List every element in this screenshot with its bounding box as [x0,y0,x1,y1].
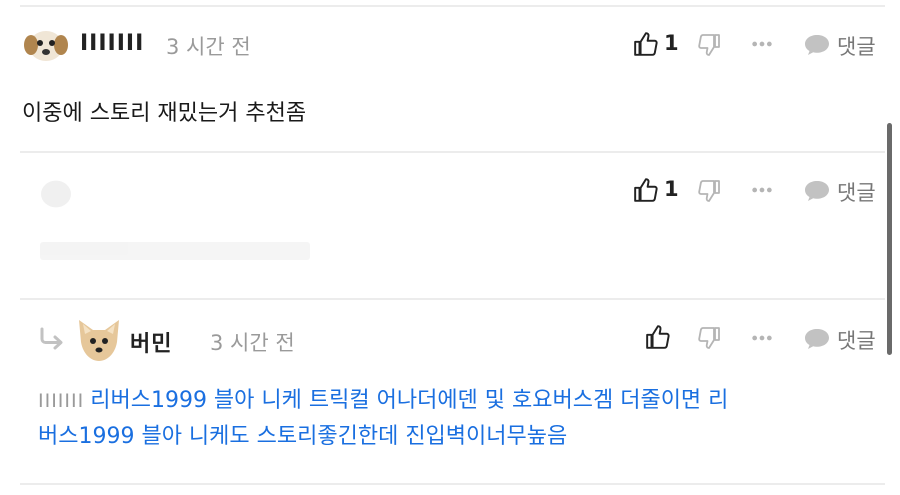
thumbs-up-icon[interactable] [633,177,659,203]
comment-item: 버민 3 시간 전 댓글 IIIIIII 리버스1999 블아 니케 트릭컬 어나… [0,299,885,489]
reply-button[interactable]: 댓글 [837,177,876,207]
thumbs-down-icon[interactable] [697,179,721,203]
timestamp: 3 시간 전 [166,35,251,59]
nickname[interactable]: IIIIIII [80,31,144,56]
scrollbar[interactable] [887,123,892,355]
avatar [24,31,68,61]
comment-item: IIIIIII 3 시간 전 1 댓글 이중에 스토리 재밌는거 추천좀 [0,0,885,150]
reply-arrow-icon [40,327,63,350]
more-icon[interactable] [751,186,773,194]
speech-bubble-icon[interactable] [803,327,831,351]
speech-bubble-icon[interactable] [803,33,831,57]
divider [20,483,885,485]
faded-line [40,242,310,260]
thumbs-down-icon[interactable] [697,326,721,350]
reply-button[interactable]: 댓글 [837,31,876,61]
comment-text: IIIIIII 리버스1999 블아 니케 트릭컬 어나더에덴 및 호요버스겜 더… [38,383,878,455]
like-count: 1 [664,177,679,201]
thumbs-down-icon[interactable] [697,33,721,57]
mention-tag[interactable]: IIIIIII [38,390,84,412]
comment-line-1: 리버스1999 블아 니케 트릭컬 어나더에덴 및 호요버스겜 더줄이면 리 [90,388,729,413]
more-icon[interactable] [751,40,773,48]
like-count: 1 [664,31,679,55]
avatar [79,320,119,361]
comment-line: IIIIIII 리버스1999 블아 니케 트릭컬 어나더에덴 및 호요버스겜 더… [38,383,878,419]
nickname[interactable]: 버민 [130,326,172,358]
comment-item: 1 댓글 [0,152,885,298]
thumbs-up-icon[interactable] [633,31,659,57]
timestamp: 3 시간 전 [210,331,295,355]
comment-line-2: 버스1999 블아 니케도 스토리좋긴한데 진입벽이너무높음 [38,424,568,449]
more-icon[interactable] [751,334,773,342]
avatar [41,180,71,208]
thumbs-up-icon[interactable] [645,324,671,350]
speech-bubble-icon[interactable] [803,179,831,203]
comment-text: 이중에 스토리 재밌는거 추천좀 [22,101,307,126]
reply-button[interactable]: 댓글 [837,325,876,355]
